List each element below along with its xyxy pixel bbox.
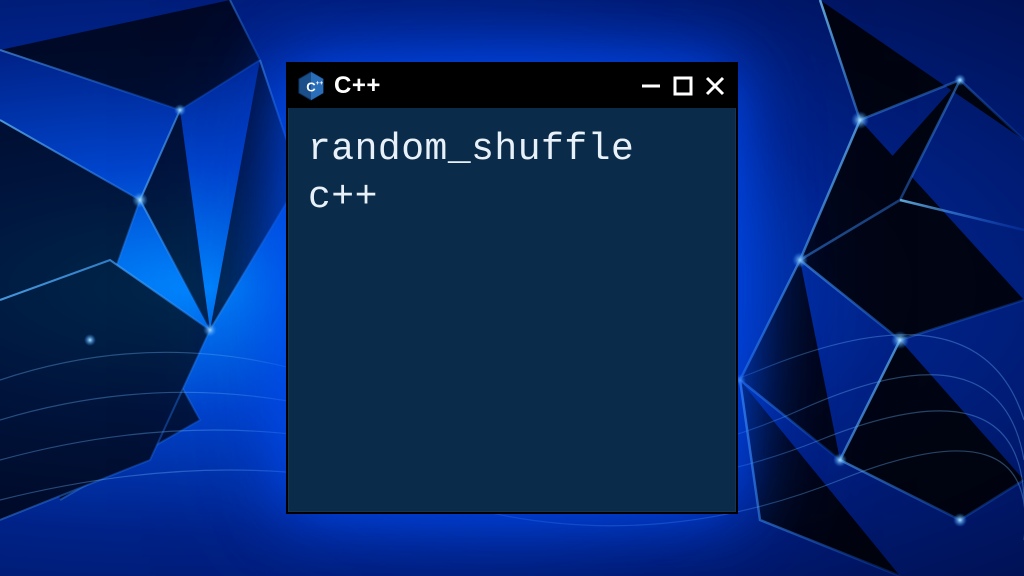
svg-text:+: + (319, 80, 323, 87)
code-line-1: random_shuffle (308, 126, 716, 174)
cpp-icon: C + + (296, 71, 326, 101)
minimize-button[interactable] (640, 75, 662, 97)
titlebar[interactable]: C + + C++ (288, 64, 736, 108)
code-line-2: c++ (308, 174, 716, 222)
maximize-button[interactable] (672, 75, 694, 97)
app-window: C + + C++ random_shuffle c++ (286, 62, 738, 514)
close-button[interactable] (704, 75, 726, 97)
window-title: C++ (334, 72, 632, 100)
window-controls (640, 75, 726, 97)
terminal-content: random_shuffle c++ (288, 108, 736, 512)
